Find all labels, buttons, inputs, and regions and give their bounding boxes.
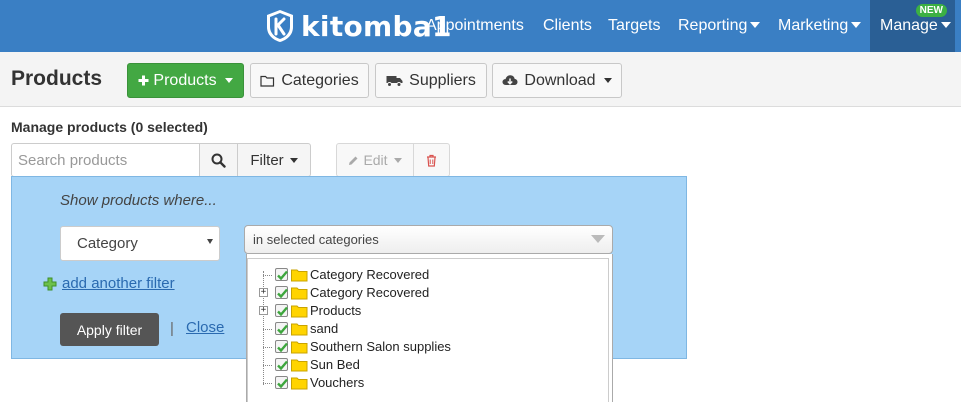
edit-button[interactable]: Edit xyxy=(336,143,414,177)
suppliers-label: Suppliers xyxy=(409,71,476,89)
nav-reporting-label: Reporting xyxy=(678,17,748,34)
filter-button[interactable]: Filter xyxy=(237,143,311,177)
page-title: Products xyxy=(11,67,103,90)
filter-label: Filter xyxy=(250,151,284,169)
close-filter-link[interactable]: Close xyxy=(186,319,224,336)
category-condition-value: in selected categories xyxy=(253,232,379,247)
kitomba-logo-icon xyxy=(267,10,293,42)
tree-item-label: sand xyxy=(310,321,339,336)
plus-icon xyxy=(138,75,149,86)
categories-label: Categories xyxy=(281,71,359,89)
add-filter-label: add another filter xyxy=(62,275,175,292)
nav-reporting[interactable]: Reporting xyxy=(678,0,761,52)
nav-appointments[interactable]: Appointments xyxy=(426,0,524,52)
expand-plus-icon[interactable]: + xyxy=(259,306,268,315)
add-plus-icon xyxy=(43,277,57,290)
checkbox-checked-icon[interactable] xyxy=(275,286,288,299)
page-toolbar: Products Products Categories Suppliers D… xyxy=(0,52,961,107)
expand-plus-icon[interactable]: + xyxy=(259,288,268,297)
top-navigation-bar: kitomba1 Appointments Clients Targets Re… xyxy=(0,0,961,52)
nav-clients-label: Clients xyxy=(543,17,592,34)
nav-manage-label: Manage xyxy=(880,17,938,34)
folder-icon xyxy=(291,340,308,359)
search-icon xyxy=(211,153,226,168)
tree-item-label: Category Recovered xyxy=(310,267,430,282)
category-condition-select[interactable]: in selected categories xyxy=(244,225,613,254)
nav-manage[interactable]: Manage NEW xyxy=(870,0,955,52)
caret-down-icon xyxy=(603,78,612,83)
folder-icon xyxy=(291,304,308,323)
folder-open-icon xyxy=(260,75,275,87)
delete-button[interactable] xyxy=(413,143,450,177)
folder-icon xyxy=(291,376,308,395)
checkbox-checked-icon[interactable] xyxy=(275,322,288,335)
nav-clients[interactable]: Clients xyxy=(543,0,592,52)
edit-label: Edit xyxy=(363,152,388,168)
tree-connector xyxy=(263,347,272,348)
caret-down-icon xyxy=(224,78,233,83)
nav-appointments-label: Appointments xyxy=(426,17,524,34)
folder-icon xyxy=(291,286,308,305)
manage-products-label: Manage products (0 selected) xyxy=(11,119,208,135)
checkbox-checked-icon[interactable] xyxy=(275,358,288,371)
nav-targets-label: Targets xyxy=(608,17,661,34)
filter-heading: Show products where... xyxy=(60,192,217,209)
add-product-button[interactable]: Products xyxy=(127,63,244,98)
tree-item-label: Category Recovered xyxy=(310,285,430,300)
download-label: Download xyxy=(524,71,596,89)
nav-targets[interactable]: Targets xyxy=(608,0,660,52)
category-tree: Category Recovered + Category Recovered … xyxy=(247,258,609,402)
select-arrow-icon xyxy=(207,239,213,244)
dropdown-arrow-icon xyxy=(591,235,605,243)
cloud-download-icon xyxy=(502,75,518,85)
truck-icon xyxy=(386,75,403,87)
checkbox-checked-icon[interactable] xyxy=(275,340,288,353)
tree-connector xyxy=(263,365,272,366)
folder-icon xyxy=(291,322,308,341)
tree-item-label: Southern Salon supplies xyxy=(310,339,451,354)
suppliers-button[interactable]: Suppliers xyxy=(375,63,487,98)
category-tree-dropdown: Category Recovered + Category Recovered … xyxy=(246,254,613,402)
filter-field-value: Category xyxy=(77,235,138,252)
separator: | xyxy=(170,320,174,337)
caret-down-icon xyxy=(393,157,402,163)
caret-down-icon xyxy=(940,22,951,28)
checkbox-checked-icon[interactable] xyxy=(275,304,288,317)
folder-icon xyxy=(291,358,308,377)
checkbox-checked-icon[interactable] xyxy=(275,268,288,281)
caret-down-icon xyxy=(289,157,298,163)
tree-connector xyxy=(263,275,272,276)
add-another-filter-link[interactable]: add another filter xyxy=(43,275,175,292)
tree-item-label: Products xyxy=(310,303,362,318)
caret-down-icon xyxy=(750,22,761,28)
tree-item-label: Vouchers xyxy=(310,375,365,390)
tree-connector xyxy=(263,329,272,330)
checkbox-checked-icon[interactable] xyxy=(275,376,288,389)
add-product-label: Products xyxy=(153,71,217,89)
caret-down-icon xyxy=(851,22,862,28)
search-products-input[interactable] xyxy=(11,143,199,177)
categories-button[interactable]: Categories xyxy=(250,63,369,98)
nav-marketing-label: Marketing xyxy=(778,17,849,34)
trash-icon xyxy=(427,154,436,167)
new-badge: NEW xyxy=(915,4,947,17)
apply-filter-button[interactable]: Apply filter xyxy=(60,313,159,346)
search-button[interactable] xyxy=(199,143,238,177)
tree-item-label: Sun Bed xyxy=(310,357,360,372)
brand-logo[interactable]: kitomba1 xyxy=(265,8,452,44)
pencil-icon xyxy=(349,156,358,165)
nav-marketing[interactable]: Marketing xyxy=(778,0,862,52)
download-button[interactable]: Download xyxy=(492,63,622,98)
folder-icon xyxy=(291,268,308,287)
tree-connector xyxy=(263,383,272,384)
filter-field-select[interactable]: Category xyxy=(60,226,220,261)
